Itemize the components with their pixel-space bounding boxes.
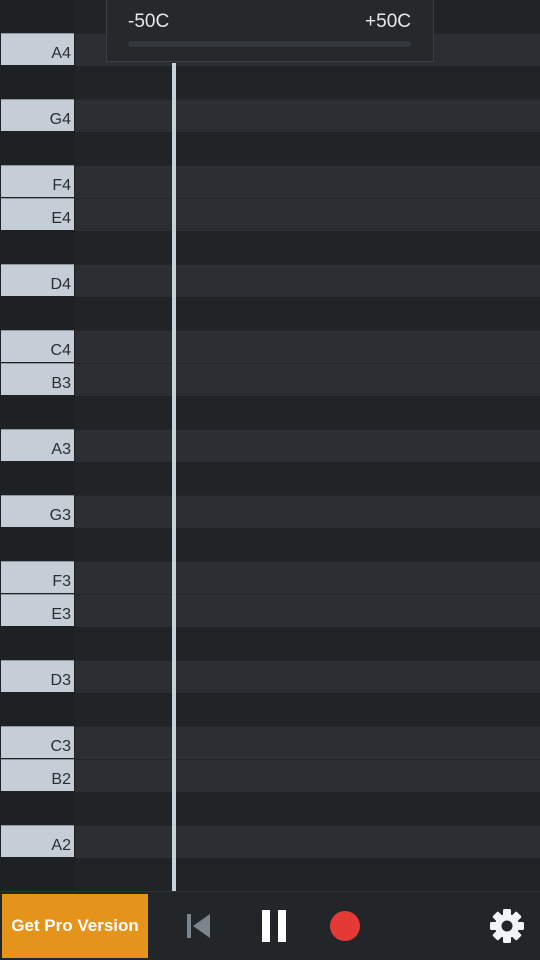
record-button[interactable] xyxy=(325,906,365,946)
pitch-lane-natural xyxy=(75,759,540,792)
cents-meter-track xyxy=(128,41,411,47)
rewind-button[interactable] xyxy=(178,906,218,946)
piano-key-a3[interactable]: A3 xyxy=(1,429,74,461)
piano-key-g3[interactable]: G3 xyxy=(1,495,74,527)
playhead-line[interactable] xyxy=(172,63,176,891)
record-icon xyxy=(330,911,360,941)
pitch-lane-natural xyxy=(75,495,540,528)
piano-key-c4[interactable]: C4 xyxy=(1,330,74,362)
pitch-lane-natural xyxy=(75,429,540,462)
cents-meter: -50C +50C xyxy=(106,0,434,62)
pitch-lane-sharp xyxy=(75,231,540,264)
pause-icon xyxy=(262,910,286,942)
gear-icon xyxy=(490,909,524,943)
pitch-lane-natural xyxy=(75,99,540,132)
cents-max-label: +50C xyxy=(365,11,411,32)
pitch-lane-sharp xyxy=(75,528,540,561)
pitch-lane-natural xyxy=(75,825,540,858)
pitch-lane-sharp xyxy=(75,627,540,660)
piano-key-b2[interactable]: B2 xyxy=(1,759,74,791)
pause-button[interactable] xyxy=(254,906,294,946)
pitch-lane-natural xyxy=(75,330,540,363)
pitch-lane-natural xyxy=(75,594,540,627)
pitch-lane-sharp xyxy=(75,132,540,165)
pitch-lane-natural xyxy=(75,660,540,693)
piano-key-d3[interactable]: D3 xyxy=(1,660,74,692)
piano-key-a2[interactable]: A2 xyxy=(1,825,74,857)
piano-key-e3[interactable]: E3 xyxy=(1,594,74,626)
piano-key-f3[interactable]: F3 xyxy=(1,561,74,593)
piano-key-d4[interactable]: D4 xyxy=(1,264,74,296)
piano-roll: A4 G4 F4 E4 D4 C4 B3 A3 G3 F3 E3 D3 C3 B2 A2 xyxy=(0,0,540,891)
piano-key-c3[interactable]: C3 xyxy=(1,726,74,758)
pitch-lane-natural xyxy=(75,363,540,396)
pitch-lane-natural xyxy=(75,561,540,594)
piano-key-f4[interactable]: F4 xyxy=(1,165,74,197)
pitch-lane-natural xyxy=(75,198,540,231)
pitch-lane-sharp xyxy=(75,792,540,825)
settings-button[interactable] xyxy=(487,906,527,946)
get-pro-version-button[interactable]: Get Pro Version xyxy=(2,894,148,958)
cents-min-label: -50C xyxy=(128,11,170,32)
pitch-lane-sharp xyxy=(75,66,540,99)
pitch-lane-sharp xyxy=(75,462,540,495)
pitch-lane-sharp xyxy=(75,297,540,330)
pitch-lane-sharp xyxy=(75,693,540,726)
pitch-lane-natural xyxy=(75,264,540,297)
pitch-lane-sharp xyxy=(75,858,540,891)
bottom-toolbar: Get Pro Version xyxy=(0,891,540,960)
pitch-lane-sharp xyxy=(75,396,540,429)
piano-key-e4[interactable]: E4 xyxy=(1,198,74,230)
skip-to-start-icon xyxy=(187,914,210,938)
piano-key-a4[interactable]: A4 xyxy=(1,33,74,65)
pitch-lane-natural xyxy=(75,165,540,198)
piano-key-b3[interactable]: B3 xyxy=(1,363,74,395)
pitch-lane-natural xyxy=(75,726,540,759)
piano-key-g4[interactable]: G4 xyxy=(1,99,74,131)
